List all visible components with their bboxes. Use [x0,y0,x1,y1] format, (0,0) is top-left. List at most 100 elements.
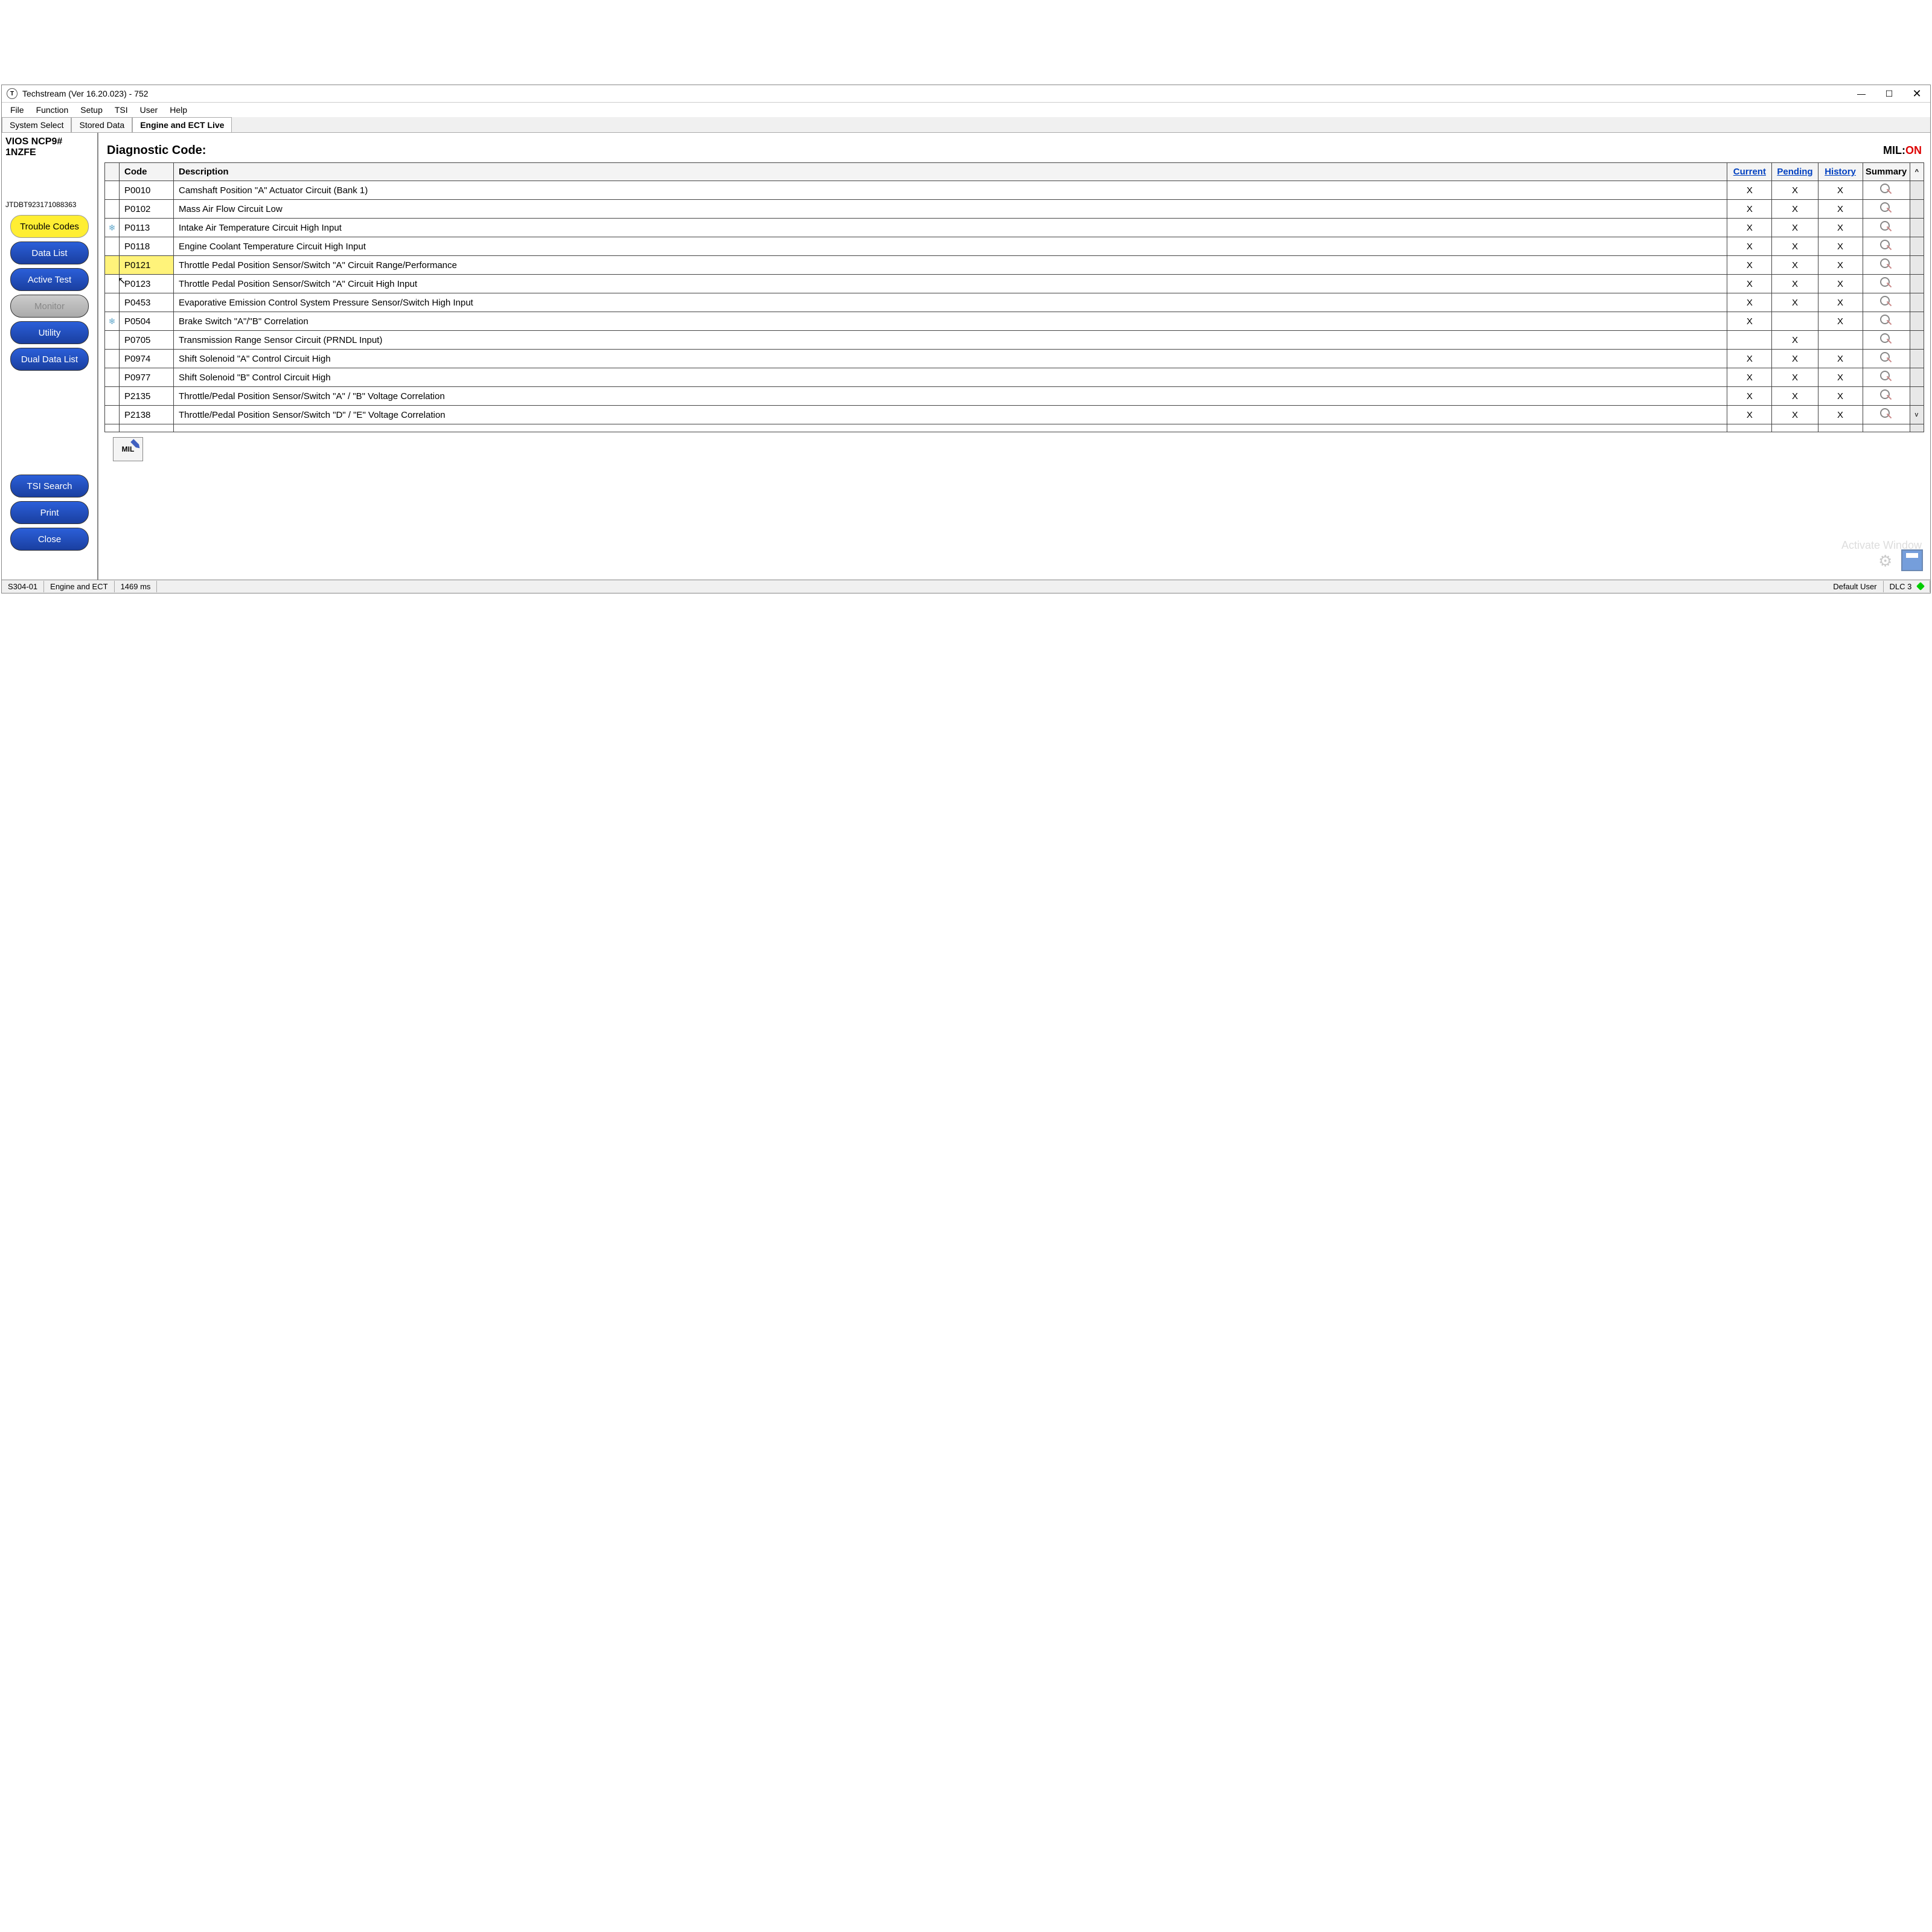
dtc-summary-button[interactable] [1863,181,1910,200]
close-window-button[interactable]: ✕ [1908,88,1925,100]
table-row[interactable]: ❄P0113Intake Air Temperature Circuit Hig… [105,219,1924,237]
table-row[interactable]: P0010Camshaft Position "A" Actuator Circ… [105,181,1924,200]
data-list-button[interactable]: Data List [10,242,89,264]
scrollbar-track[interactable] [1910,256,1924,275]
app-icon: T [7,88,18,99]
scrollbar-track[interactable] [1910,350,1924,368]
dtc-pending: X [1772,368,1818,387]
dtc-summary-button[interactable] [1863,237,1910,256]
scrollbar-track[interactable] [1910,181,1924,200]
dtc-history: X [1818,368,1863,387]
table-row[interactable]: P0121Throttle Pedal Position Sensor/Swit… [105,256,1924,275]
col-summary[interactable]: Summary [1863,163,1910,181]
table-row[interactable]: P0705Transmission Range Sensor Circuit (… [105,331,1924,350]
scrollbar-track[interactable] [1910,331,1924,350]
tsi-search-button[interactable]: TSI Search [10,475,89,497]
scrollbar-track[interactable] [1910,368,1924,387]
tab-bar: System Select Stored Data Engine and ECT… [2,117,1930,133]
col-description[interactable]: Description [174,163,1727,181]
scrollbar-track[interactable] [1910,312,1924,331]
print-button[interactable]: Print [10,501,89,524]
col-current[interactable]: Current [1727,163,1772,181]
status-latency: 1469 ms [115,581,158,592]
dtc-summary-button[interactable] [1863,350,1910,368]
table-row[interactable]: P0123Throttle Pedal Position Sensor/Swit… [105,275,1924,293]
col-history[interactable]: History [1818,163,1863,181]
menu-setup[interactable]: Setup [75,104,107,116]
freeze-frame-icon [105,406,120,424]
freeze-frame-icon [105,256,120,275]
bottom-right-icons: ⚙ [1878,549,1923,571]
table-row[interactable]: P0977Shift Solenoid "B" Control Circuit … [105,368,1924,387]
dtc-pending: X [1772,275,1818,293]
monitor-button: Monitor [10,295,89,318]
menu-file[interactable]: File [5,104,29,116]
col-code[interactable]: Code [120,163,174,181]
table-row[interactable]: P2138Throttle/Pedal Position Sensor/Swit… [105,406,1924,424]
magnify-icon [1878,295,1895,308]
dual-data-list-button[interactable]: Dual Data List [10,348,89,371]
dtc-description: Throttle Pedal Position Sensor/Switch "A… [174,275,1727,293]
dtc-code: P0977 [120,368,174,387]
minimize-button[interactable]: — [1853,88,1870,100]
dtc-description: Shift Solenoid "A" Control Circuit High [174,350,1727,368]
dtc-summary-button[interactable] [1863,275,1910,293]
app-window: T Techstream (Ver 16.20.023) - 752 — ☐ ✕… [1,85,1931,593]
table-row[interactable]: P0453Evaporative Emission Control System… [105,293,1924,312]
dtc-history: X [1818,406,1863,424]
maximize-button[interactable]: ☐ [1881,88,1898,100]
dtc-summary-button[interactable] [1863,368,1910,387]
tab-stored-data[interactable]: Stored Data [71,117,132,132]
dtc-summary-button[interactable] [1863,331,1910,350]
table-row[interactable]: ❄P0504Brake Switch "A"/"B" CorrelationXX [105,312,1924,331]
tab-system-select[interactable]: System Select [2,117,71,132]
menu-function[interactable]: Function [31,104,74,116]
magnify-icon [1878,182,1895,196]
utility-button[interactable]: Utility [10,321,89,344]
dtc-summary-button[interactable] [1863,200,1910,219]
freeze-frame-icon: ❄ [105,312,120,331]
menu-user[interactable]: User [135,104,163,116]
dtc-current: X [1727,350,1772,368]
save-icon[interactable] [1901,549,1923,571]
gear-icon[interactable]: ⚙ [1878,552,1895,569]
dtc-summary-button[interactable] [1863,293,1910,312]
scrollbar-track[interactable] [1910,387,1924,406]
dtc-summary-button[interactable] [1863,219,1910,237]
status-user: Default User [1827,581,1883,592]
close-button[interactable]: Close [10,528,89,551]
dtc-description: Mass Air Flow Circuit Low [174,200,1727,219]
dtc-summary-button[interactable] [1863,256,1910,275]
clear-mil-button[interactable]: MIL [113,437,143,461]
table-row[interactable]: P0102Mass Air Flow Circuit LowXXX [105,200,1924,219]
scrollbar-track[interactable] [1910,275,1924,293]
dtc-code: P0118 [120,237,174,256]
freeze-frame-icon [105,200,120,219]
col-pending[interactable]: Pending [1772,163,1818,181]
magnify-icon [1878,276,1895,289]
scroll-down-button[interactable]: v [1910,406,1924,424]
menu-help[interactable]: Help [165,104,192,116]
dtc-summary-button[interactable] [1863,406,1910,424]
dtc-history: X [1818,312,1863,331]
dtc-summary-button[interactable] [1863,387,1910,406]
menu-tsi[interactable]: TSI [110,104,133,116]
scrollbar-track[interactable] [1910,237,1924,256]
table-row[interactable]: P0118Engine Coolant Temperature Circuit … [105,237,1924,256]
table-row[interactable]: P2135Throttle/Pedal Position Sensor/Swit… [105,387,1924,406]
bottom-toolbar: MIL [104,432,1924,466]
active-test-button[interactable]: Active Test [10,268,89,291]
status-code: S304-01 [2,581,44,592]
titlebar: T Techstream (Ver 16.20.023) - 752 — ☐ ✕ [2,85,1930,103]
tab-engine-ect-live[interactable]: Engine and ECT Live [132,117,232,132]
status-system: Engine and ECT [44,581,114,592]
dtc-code: P2135 [120,387,174,406]
scrollbar-track[interactable] [1910,219,1924,237]
scroll-up-button[interactable]: ^ [1910,163,1924,181]
scrollbar-track[interactable] [1910,293,1924,312]
trouble-codes-button[interactable]: Trouble Codes [10,215,89,238]
scrollbar-track[interactable] [1910,200,1924,219]
dtc-summary-button[interactable] [1863,312,1910,331]
table-row[interactable]: P0974Shift Solenoid "A" Control Circuit … [105,350,1924,368]
dtc-table-wrap: ↖ Code Description Current Pending Histo… [104,162,1924,432]
